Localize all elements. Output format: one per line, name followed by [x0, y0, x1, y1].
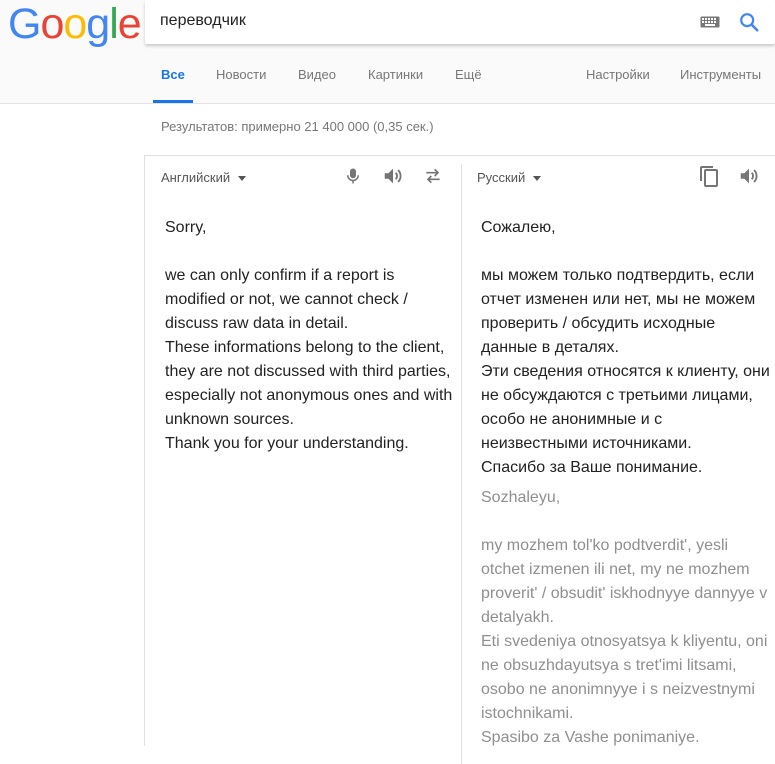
header: Google переводчик Все Новости Видео Карт… [0, 0, 775, 104]
search-input[interactable]: переводчик [160, 12, 246, 30]
source-language-label: Английский [161, 170, 231, 185]
logo-letter-e: e [117, 0, 142, 48]
speaker-icon[interactable] [737, 165, 761, 187]
panel-divider [461, 164, 462, 764]
logo-letter-o1: o [40, 0, 64, 48]
swap-icon[interactable] [421, 166, 445, 186]
logo-letter-g: G [8, 0, 41, 48]
tab-images[interactable]: Картинки [368, 67, 423, 82]
search-box[interactable]: переводчик [145, 0, 775, 44]
translator-card: Английский Русский Sorry, we can only co… [144, 155, 775, 764]
target-language-select[interactable]: Русский [477, 170, 542, 185]
translated-text: Сожалею, мы можем только подтвердить, ес… [481, 219, 770, 476]
speaker-icon[interactable] [381, 165, 405, 187]
tab-all[interactable]: Все [161, 67, 185, 82]
tab-more[interactable]: Ещё [455, 67, 482, 82]
tab-tools[interactable]: Инструменты [680, 67, 761, 82]
search-tabs: Все Новости Видео Картинки Ещё Настройки… [0, 60, 775, 103]
logo-letter-l: l [109, 0, 119, 48]
microphone-icon[interactable] [344, 165, 362, 187]
source-text[interactable]: Sorry, we can only confirm if a report i… [165, 216, 455, 456]
google-logo[interactable]: Google [8, 0, 142, 48]
source-language-select[interactable]: Английский [161, 170, 247, 185]
target-language-label: Русский [477, 170, 526, 185]
result-stats: Результатов: примерно 21 400 000 (0,35 с… [161, 119, 434, 134]
logo-letter-o2: o [63, 0, 87, 48]
tab-video[interactable]: Видео [298, 67, 336, 82]
keyboard-icon[interactable] [700, 14, 720, 30]
copy-icon[interactable] [697, 163, 721, 189]
logo-letter-g2: g [86, 0, 110, 48]
caret-down-icon [238, 176, 247, 182]
transliteration-text: Sozhaleyu, my mozhem tol'ko podtverdit',… [481, 489, 768, 746]
search-icon[interactable] [738, 11, 760, 33]
tab-settings[interactable]: Настройки [586, 67, 650, 82]
active-tab-indicator [153, 100, 193, 103]
tab-news[interactable]: Новости [216, 67, 266, 82]
caret-down-icon [533, 176, 542, 182]
